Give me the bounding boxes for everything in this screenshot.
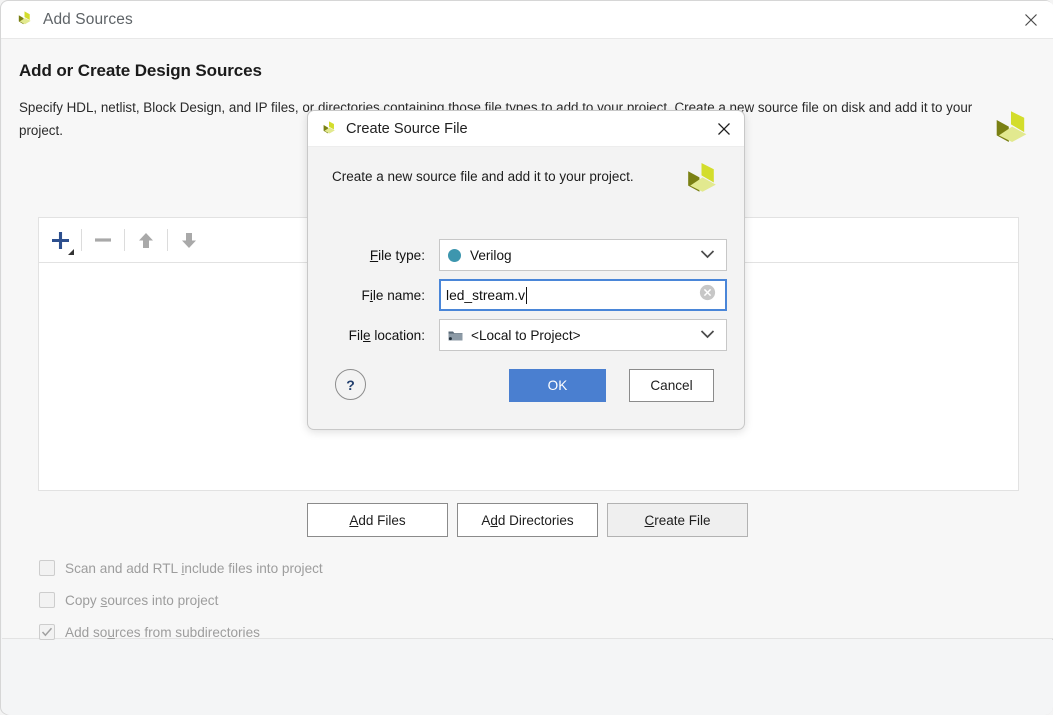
- vivado-watermark-logo-icon: [989, 109, 1033, 158]
- create-source-file-ok-button[interactable]: OK: [509, 369, 606, 402]
- create-source-file-help-button[interactable]: ?: [335, 369, 366, 400]
- file-location-label: File location:: [348, 327, 425, 343]
- create-source-file-close-icon[interactable]: [708, 114, 740, 144]
- file-name-value: led_stream.v: [446, 287, 525, 303]
- add-source-button[interactable]: [39, 218, 81, 262]
- create-source-file-title: Create Source File: [346, 120, 468, 137]
- add-files-mnemonic: A: [349, 512, 359, 528]
- checkbox-copy-sources-box[interactable]: [39, 592, 55, 608]
- window-titlebar: Add Sources: [1, 1, 1053, 39]
- checkbox-copy-sources-label: Copy sources into project: [65, 592, 219, 608]
- window-close-icon[interactable]: [1008, 1, 1053, 38]
- wizard-footer: ? < Back Next > Finish Cancel: [2, 640, 1053, 715]
- add-dirs-label-pre: A: [481, 512, 491, 528]
- checkbox-add-subdirectories-label: Add sources from subdirectories: [65, 624, 260, 640]
- add-dirs-label-post: d Directories: [497, 512, 574, 528]
- chevron-down-icon[interactable]: [700, 246, 715, 264]
- file-name-row: File name: led_stream.v: [332, 279, 727, 311]
- app-root: Add Sources Add or Create Design Sources…: [0, 0, 1053, 715]
- source-action-buttons: Add Files Add Directories Create File: [2, 503, 1053, 537]
- file-type-select[interactable]: Verilog: [439, 239, 727, 271]
- options-checkbox-group: Scan and add RTL include files into proj…: [39, 552, 323, 648]
- create-source-file-cancel-button[interactable]: Cancel: [629, 369, 714, 402]
- add-source-dropdown-arrow-icon[interactable]: [68, 249, 74, 255]
- remove-source-button[interactable]: [82, 218, 124, 262]
- add-files-label-post: dd Files: [358, 512, 406, 528]
- file-location-select[interactable]: <Local to Project>: [439, 319, 727, 351]
- vivado-watermark-logo-icon: [681, 161, 722, 207]
- create-source-file-dialog: Create Source File Create a new source f…: [307, 110, 745, 430]
- verilog-type-dot-icon: [448, 248, 461, 262]
- file-name-input[interactable]: led_stream.v: [439, 279, 727, 311]
- vivado-logo-icon: [15, 10, 34, 29]
- create-file-mnemonic: C: [644, 512, 655, 528]
- chevron-down-icon[interactable]: [700, 326, 715, 344]
- clear-icon[interactable]: [699, 284, 716, 306]
- add-dirs-mnemonic: d: [490, 512, 498, 528]
- checkbox-scan-rtl-include[interactable]: Scan and add RTL include files into proj…: [39, 552, 323, 584]
- check-icon: [41, 627, 53, 637]
- add-directories-button[interactable]: Add Directories: [457, 503, 598, 537]
- move-down-button[interactable]: [168, 218, 210, 262]
- checkbox-add-subdirectories-box[interactable]: [39, 624, 55, 640]
- create-file-label-post: reate File: [654, 512, 711, 528]
- folder-icon: [448, 329, 463, 342]
- checkbox-scan-rtl-include-label: Scan and add RTL include files into proj…: [65, 560, 323, 576]
- file-name-label: File name:: [361, 287, 425, 303]
- text-caret: [525, 286, 527, 304]
- move-up-button[interactable]: [125, 218, 167, 262]
- checkbox-copy-sources[interactable]: Copy sources into project: [39, 584, 323, 616]
- window-title: Add Sources: [43, 10, 133, 28]
- file-location-row: File location: <Local to Project>: [332, 319, 727, 351]
- page-title: Add or Create Design Sources: [19, 61, 262, 80]
- file-type-value: Verilog: [470, 247, 512, 263]
- create-file-button[interactable]: Create File: [607, 503, 748, 537]
- create-source-file-description: Create a new source file and add it to y…: [332, 169, 634, 184]
- add-sources-window: Add Sources Add or Create Design Sources…: [0, 0, 1053, 715]
- file-location-value: <Local to Project>: [471, 327, 581, 343]
- checkbox-scan-rtl-include-box[interactable]: [39, 560, 55, 576]
- add-files-button[interactable]: Add Files: [307, 503, 448, 537]
- file-type-row: File type: Verilog: [332, 239, 727, 271]
- create-source-file-titlebar: Create Source File: [308, 111, 744, 147]
- file-type-label: File type:: [369, 247, 425, 263]
- vivado-logo-icon: [320, 120, 338, 138]
